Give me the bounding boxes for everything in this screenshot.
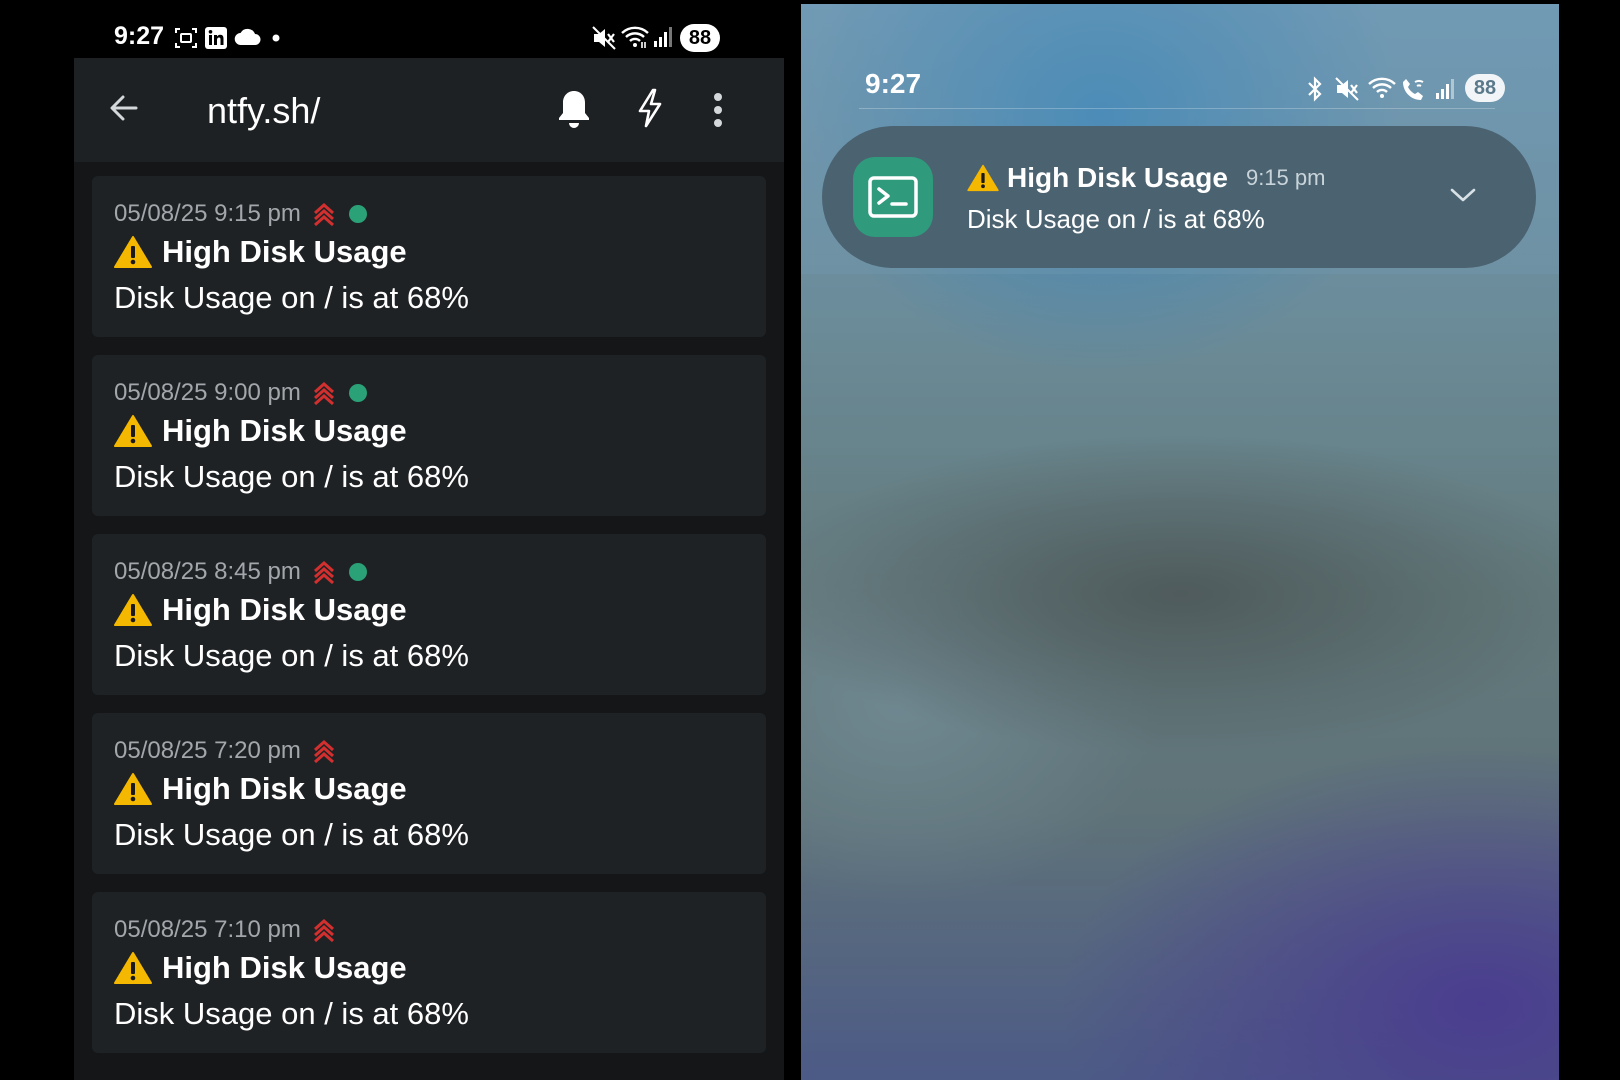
notification-card[interactable]: 05/08/25 7:10 pm High Disk Usage Disk Us…	[92, 892, 766, 1053]
new-indicator-dot	[348, 205, 367, 223]
lockscreen: 9:27 88 High Disk Usage 9:15 pm Disk Usa…	[801, 4, 1559, 1080]
lightning-icon[interactable]	[636, 88, 664, 128]
notification-timestamp: 05/08/25 9:00 pm	[114, 379, 301, 406]
ntfy-app-screen: 9:27 88 ntfy.sh/ 05/08/25 9:15 pm High D…	[74, 4, 784, 1080]
notification-time: 9:15 pm	[1245, 165, 1326, 190]
signal-icon	[1436, 79, 1454, 99]
app-icon	[853, 157, 933, 237]
notification-meta: 05/08/25 7:20 pm	[114, 737, 335, 765]
linkedin-icon	[205, 27, 227, 49]
notification-meta: 05/08/25 9:15 pm	[114, 200, 367, 228]
priority-high-icon	[313, 918, 334, 942]
signal-icon	[654, 27, 672, 47]
warning-icon	[114, 236, 152, 268]
notification-title: High Disk Usage	[114, 413, 407, 449]
warning-icon	[114, 773, 152, 805]
notification-message: Disk Usage on / is at 68%	[114, 280, 469, 315]
priority-high-icon	[313, 202, 334, 226]
bluetooth-icon	[1308, 76, 1322, 102]
divider	[859, 108, 1495, 109]
notification-title-text: High Disk Usage	[162, 771, 407, 806]
notification-dot-icon	[272, 34, 280, 42]
notification-meta: 05/08/25 9:00 pm	[114, 379, 367, 407]
notification-title-text: High Disk Usage	[162, 592, 407, 627]
warning-icon	[967, 164, 999, 192]
app-bar: ntfy.sh/	[74, 58, 784, 162]
topic-title: ntfy.sh/	[207, 90, 321, 131]
notification-title: High Disk Usage	[114, 592, 407, 628]
notification-message: Disk Usage on / is at 68%	[967, 204, 1265, 234]
notification-meta: 05/08/25 7:10 pm	[114, 916, 335, 944]
notification-timestamp: 05/08/25 9:15 pm	[114, 200, 301, 227]
battery-indicator: 88	[680, 24, 720, 52]
notification-title: High Disk Usage	[114, 234, 407, 270]
arrow-left-icon[interactable]	[106, 90, 142, 126]
notification-timestamp: 05/08/25 7:10 pm	[114, 916, 301, 943]
wifi-icon	[621, 26, 649, 48]
status-bar: 9:27 88	[74, 4, 784, 58]
screenshot-icon	[175, 28, 197, 48]
notification-popup[interactable]: High Disk Usage 9:15 pm Disk Usage on / …	[822, 126, 1536, 268]
warning-icon	[114, 415, 152, 447]
battery-indicator: 88	[1465, 74, 1505, 102]
priority-high-icon	[313, 381, 334, 405]
notification-title: High Disk Usage 9:15 pm	[967, 162, 1325, 194]
status-bar: 9:27 88	[801, 4, 1559, 114]
status-time: 9:27	[865, 68, 922, 99]
notification-card[interactable]: 05/08/25 7:20 pm High Disk Usage Disk Us…	[92, 713, 766, 874]
notification-message: Disk Usage on / is at 68%	[114, 459, 469, 494]
notification-card[interactable]: 05/08/25 9:15 pm High Disk Usage Disk Us…	[92, 176, 766, 337]
notification-title-text: High Disk Usage	[1007, 162, 1228, 193]
priority-high-icon	[313, 560, 334, 584]
wifi-calling-icon	[1403, 79, 1424, 100]
notification-message: Disk Usage on / is at 68%	[114, 638, 469, 673]
notification-title-text: High Disk Usage	[162, 950, 407, 985]
bell-icon[interactable]	[556, 88, 592, 128]
notification-title: High Disk Usage	[114, 771, 407, 807]
notification-card[interactable]: 05/08/25 8:45 pm High Disk Usage Disk Us…	[92, 534, 766, 695]
warning-icon	[114, 952, 152, 984]
wifi-icon	[1368, 77, 1396, 98]
muted-speaker-icon	[592, 26, 616, 50]
cloud-icon	[234, 28, 261, 46]
notification-meta: 05/08/25 8:45 pm	[114, 558, 367, 586]
status-time: 9:27	[114, 22, 165, 50]
notification-title: High Disk Usage	[114, 950, 407, 986]
notification-timestamp: 05/08/25 8:45 pm	[114, 558, 301, 585]
notification-message: Disk Usage on / is at 68%	[114, 996, 469, 1031]
new-indicator-dot	[348, 563, 367, 581]
terminal-icon	[868, 176, 918, 218]
priority-high-icon	[313, 739, 334, 763]
warning-icon	[114, 594, 152, 626]
chevron-down-icon[interactable]	[1448, 184, 1478, 206]
notification-title-text: High Disk Usage	[162, 234, 407, 269]
notification-timestamp: 05/08/25 7:20 pm	[114, 737, 301, 764]
notification-message: Disk Usage on / is at 68%	[114, 817, 469, 852]
more-vertical-icon[interactable]	[712, 92, 724, 128]
notification-title-text: High Disk Usage	[162, 413, 407, 448]
muted-speaker-icon	[1335, 77, 1359, 101]
notification-card[interactable]: 05/08/25 9:00 pm High Disk Usage Disk Us…	[92, 355, 766, 516]
notification-list: 05/08/25 9:15 pm High Disk Usage Disk Us…	[74, 162, 784, 1080]
new-indicator-dot	[348, 384, 367, 402]
